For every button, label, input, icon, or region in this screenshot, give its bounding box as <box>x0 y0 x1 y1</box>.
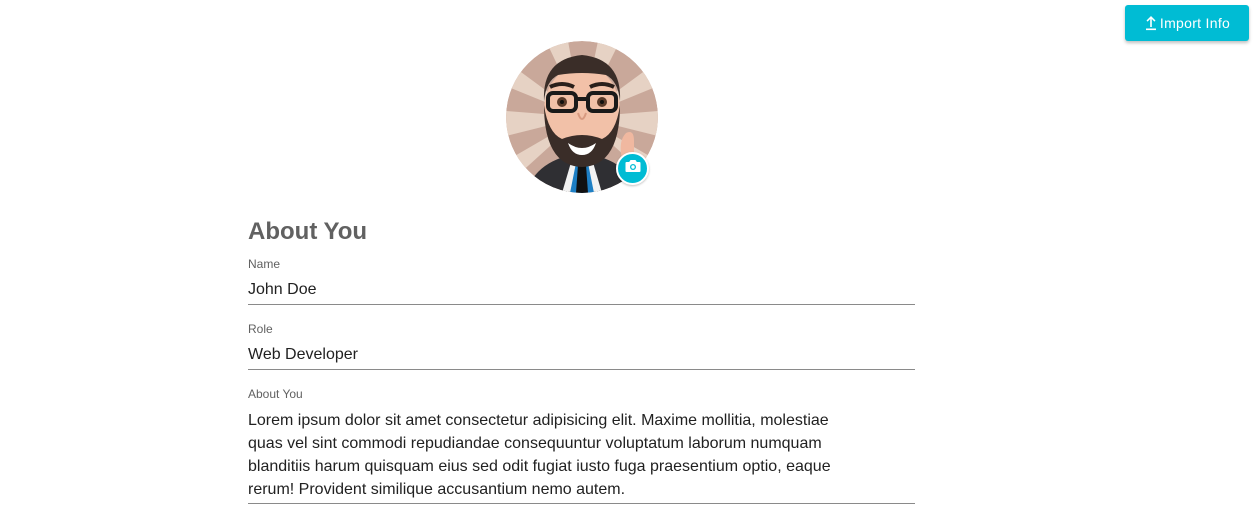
upload-icon <box>1144 15 1158 31</box>
about-form: About You Name John Doe Role Web Develop… <box>248 216 915 504</box>
name-label: Name <box>248 257 281 271</box>
import-info-button[interactable]: Import Info <box>1125 5 1249 41</box>
profile-page: Import Info About You Name John Doe Role… <box>0 0 1257 512</box>
name-input[interactable]: John Doe <box>248 280 915 302</box>
avatar-container <box>506 41 658 193</box>
name-field: Name John Doe <box>248 257 915 305</box>
change-photo-button[interactable] <box>616 152 649 185</box>
camera-icon <box>625 159 641 178</box>
import-info-label: Import Info <box>1159 15 1231 31</box>
role-label: Role <box>248 322 273 336</box>
about-field: About You Lorem ipsum dolor sit amet con… <box>248 387 915 504</box>
about-textarea[interactable]: Lorem ipsum dolor sit amet consectetur a… <box>248 409 848 503</box>
role-input[interactable]: Web Developer <box>248 345 915 367</box>
about-label: About You <box>248 387 303 401</box>
role-field: Role Web Developer <box>248 322 915 370</box>
section-title: About You <box>248 218 368 245</box>
